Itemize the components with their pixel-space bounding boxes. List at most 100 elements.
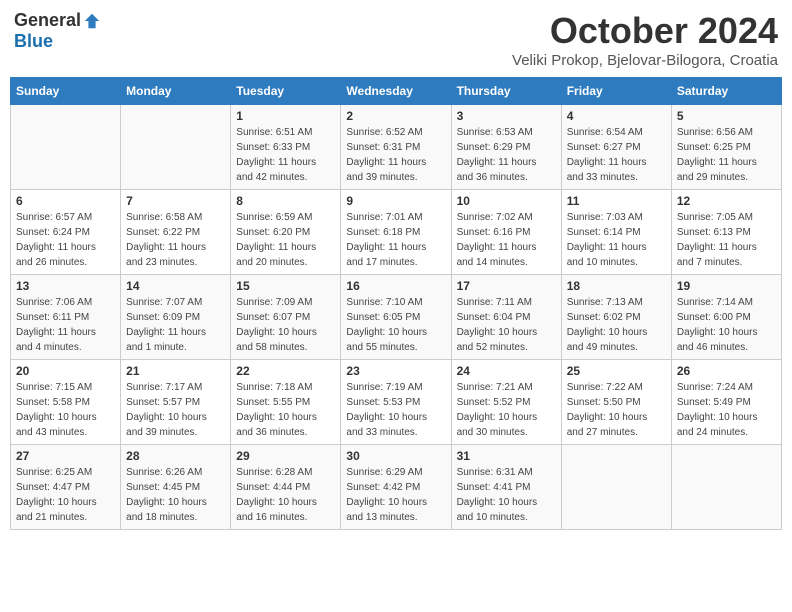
- calendar-cell: [121, 105, 231, 190]
- day-info: Sunrise: 7:06 AM Sunset: 6:11 PM Dayligh…: [16, 295, 115, 355]
- calendar-cell: 23Sunrise: 7:19 AM Sunset: 5:53 PM Dayli…: [341, 360, 451, 445]
- day-number: 13: [16, 279, 115, 293]
- day-number: 23: [346, 364, 445, 378]
- header: General Blue October 2024 Veliki Prokop,…: [10, 10, 782, 69]
- calendar-cell: 1 Sunrise: 6:51 AM Sunset: 6:33 PM Daylig…: [231, 105, 341, 190]
- day-number: 24: [457, 364, 556, 378]
- calendar-cell: 24 Sunrise: 7:21 AM Sunset: 5:52 PM Dayli…: [451, 360, 561, 445]
- calendar-cell: 12Sunrise: 7:05 AM Sunset: 6:13 PM Dayli…: [671, 190, 781, 275]
- day-number: 16: [346, 279, 445, 293]
- calendar-cell: 25 Sunrise: 7:22 AM Sunset: 5:50 PM Dayli…: [561, 360, 671, 445]
- month-title: October 2024: [512, 10, 778, 52]
- day-number: 28: [126, 449, 225, 463]
- day-info: Sunrise: 6:52 AM Sunset: 6:31 PM Dayligh…: [346, 125, 445, 185]
- calendar-cell: 28Sunrise: 6:26 AM Sunset: 4:45 PM Dayli…: [121, 445, 231, 530]
- weekday-header-wednesday: Wednesday: [341, 78, 451, 105]
- day-number: 22: [236, 364, 335, 378]
- calendar-cell: 29Sunrise: 6:28 AM Sunset: 4:44 PM Dayli…: [231, 445, 341, 530]
- calendar-cell: 3Sunrise: 6:53 AM Sunset: 6:29 PM Daylig…: [451, 105, 561, 190]
- calendar-cell: [561, 445, 671, 530]
- calendar-cell: 13 Sunrise: 7:06 AM Sunset: 6:11 PM Dayli…: [11, 275, 121, 360]
- calendar-cell: 8 Sunrise: 6:59 AM Sunset: 6:20 PM Daylig…: [231, 190, 341, 275]
- calendar-cell: 16 Sunrise: 7:10 AM Sunset: 6:05 PM Dayli…: [341, 275, 451, 360]
- weekday-header-saturday: Saturday: [671, 78, 781, 105]
- weekday-header-friday: Friday: [561, 78, 671, 105]
- weekday-header-tuesday: Tuesday: [231, 78, 341, 105]
- calendar-cell: 18 Sunrise: 7:13 AM Sunset: 6:02 PM Dayli…: [561, 275, 671, 360]
- day-number: 20: [16, 364, 115, 378]
- calendar-cell: 10 Sunrise: 7:02 AM Sunset: 6:16 PM Dayli…: [451, 190, 561, 275]
- day-number: 10: [457, 194, 556, 208]
- calendar-cell: 30 Sunrise: 6:29 AM Sunset: 4:42 PM Dayli…: [341, 445, 451, 530]
- calendar-table: SundayMondayTuesdayWednesdayThursdayFrid…: [10, 77, 782, 530]
- logo-general: General: [14, 10, 81, 31]
- day-info: Sunrise: 7:14 AM Sunset: 6:00 PM Dayligh…: [677, 295, 776, 355]
- day-number: 3: [457, 109, 556, 123]
- week-row-3: 13 Sunrise: 7:06 AM Sunset: 6:11 PM Dayli…: [11, 275, 782, 360]
- day-info: Sunrise: 6:29 AM Sunset: 4:42 PM Dayligh…: [346, 465, 445, 525]
- day-info: Sunrise: 7:15 AM Sunset: 5:58 PM Dayligh…: [16, 380, 115, 440]
- logo: General Blue: [14, 10, 101, 52]
- day-number: 27: [16, 449, 115, 463]
- weekday-header-sunday: Sunday: [11, 78, 121, 105]
- day-info: Sunrise: 7:10 AM Sunset: 6:05 PM Dayligh…: [346, 295, 445, 355]
- day-info: Sunrise: 6:57 AM Sunset: 6:24 PM Dayligh…: [16, 210, 115, 270]
- day-number: 5: [677, 109, 776, 123]
- day-info: Sunrise: 7:11 AM Sunset: 6:04 PM Dayligh…: [457, 295, 556, 355]
- calendar-cell: 15Sunrise: 7:09 AM Sunset: 6:07 PM Dayli…: [231, 275, 341, 360]
- calendar-cell: 5 Sunrise: 6:56 AM Sunset: 6:25 PM Daylig…: [671, 105, 781, 190]
- day-info: Sunrise: 6:54 AM Sunset: 6:27 PM Dayligh…: [567, 125, 666, 185]
- day-info: Sunrise: 7:21 AM Sunset: 5:52 PM Dayligh…: [457, 380, 556, 440]
- day-number: 6: [16, 194, 115, 208]
- day-number: 26: [677, 364, 776, 378]
- calendar-cell: 20 Sunrise: 7:15 AM Sunset: 5:58 PM Dayli…: [11, 360, 121, 445]
- title-section: October 2024 Veliki Prokop, Bjelovar-Bil…: [512, 10, 778, 69]
- calendar-cell: 6 Sunrise: 6:57 AM Sunset: 6:24 PM Daylig…: [11, 190, 121, 275]
- day-info: Sunrise: 7:07 AM Sunset: 6:09 PM Dayligh…: [126, 295, 225, 355]
- day-info: Sunrise: 6:51 AM Sunset: 6:33 PM Dayligh…: [236, 125, 335, 185]
- day-info: Sunrise: 7:02 AM Sunset: 6:16 PM Dayligh…: [457, 210, 556, 270]
- week-row-1: 1 Sunrise: 6:51 AM Sunset: 6:33 PM Daylig…: [11, 105, 782, 190]
- day-number: 15: [236, 279, 335, 293]
- calendar-cell: 7Sunrise: 6:58 AM Sunset: 6:22 PM Daylig…: [121, 190, 231, 275]
- calendar-cell: 2 Sunrise: 6:52 AM Sunset: 6:31 PM Daylig…: [341, 105, 451, 190]
- day-number: 21: [126, 364, 225, 378]
- day-info: Sunrise: 6:31 AM Sunset: 4:41 PM Dayligh…: [457, 465, 556, 525]
- week-row-5: 27Sunrise: 6:25 AM Sunset: 4:47 PM Dayli…: [11, 445, 782, 530]
- day-info: Sunrise: 7:22 AM Sunset: 5:50 PM Dayligh…: [567, 380, 666, 440]
- logo-icon: [83, 12, 101, 30]
- day-number: 9: [346, 194, 445, 208]
- week-row-4: 20 Sunrise: 7:15 AM Sunset: 5:58 PM Dayli…: [11, 360, 782, 445]
- day-number: 1: [236, 109, 335, 123]
- calendar-cell: 22 Sunrise: 7:18 AM Sunset: 5:55 PM Dayli…: [231, 360, 341, 445]
- day-number: 7: [126, 194, 225, 208]
- calendar-cell: [11, 105, 121, 190]
- day-info: Sunrise: 7:13 AM Sunset: 6:02 PM Dayligh…: [567, 295, 666, 355]
- week-row-2: 6 Sunrise: 6:57 AM Sunset: 6:24 PM Daylig…: [11, 190, 782, 275]
- calendar-cell: 21Sunrise: 7:17 AM Sunset: 5:57 PM Dayli…: [121, 360, 231, 445]
- calendar-cell: 26 Sunrise: 7:24 AM Sunset: 5:49 PM Dayli…: [671, 360, 781, 445]
- location-title: Veliki Prokop, Bjelovar-Bilogora, Croati…: [512, 52, 778, 69]
- day-number: 30: [346, 449, 445, 463]
- logo-blue: Blue: [14, 31, 53, 52]
- day-info: Sunrise: 6:28 AM Sunset: 4:44 PM Dayligh…: [236, 465, 335, 525]
- day-number: 19: [677, 279, 776, 293]
- day-info: Sunrise: 6:56 AM Sunset: 6:25 PM Dayligh…: [677, 125, 776, 185]
- calendar-cell: 11Sunrise: 7:03 AM Sunset: 6:14 PM Dayli…: [561, 190, 671, 275]
- day-number: 8: [236, 194, 335, 208]
- day-number: 18: [567, 279, 666, 293]
- calendar-cell: 17Sunrise: 7:11 AM Sunset: 6:04 PM Dayli…: [451, 275, 561, 360]
- calendar-cell: 27Sunrise: 6:25 AM Sunset: 4:47 PM Dayli…: [11, 445, 121, 530]
- day-number: 11: [567, 194, 666, 208]
- day-info: Sunrise: 6:59 AM Sunset: 6:20 PM Dayligh…: [236, 210, 335, 270]
- day-number: 4: [567, 109, 666, 123]
- day-number: 31: [457, 449, 556, 463]
- weekday-header-thursday: Thursday: [451, 78, 561, 105]
- calendar-cell: 9Sunrise: 7:01 AM Sunset: 6:18 PM Daylig…: [341, 190, 451, 275]
- day-number: 2: [346, 109, 445, 123]
- weekday-header-row: SundayMondayTuesdayWednesdayThursdayFrid…: [11, 78, 782, 105]
- day-info: Sunrise: 7:24 AM Sunset: 5:49 PM Dayligh…: [677, 380, 776, 440]
- calendar-cell: 19 Sunrise: 7:14 AM Sunset: 6:00 PM Dayli…: [671, 275, 781, 360]
- day-info: Sunrise: 7:18 AM Sunset: 5:55 PM Dayligh…: [236, 380, 335, 440]
- day-number: 25: [567, 364, 666, 378]
